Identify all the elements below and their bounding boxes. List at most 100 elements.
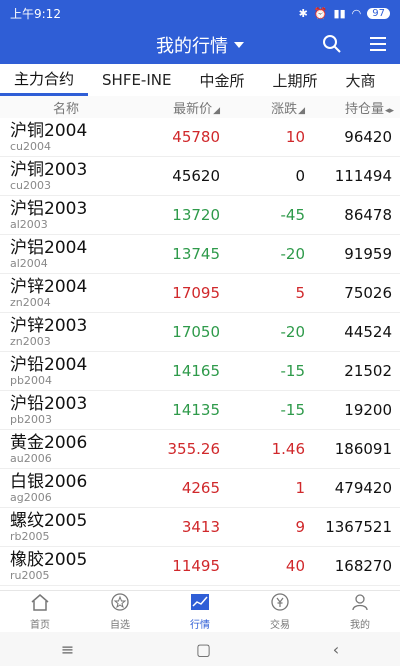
quote-row[interactable]: 沪铜2004 cu2004 45780 10 96420 <box>0 118 400 157</box>
contract-name-cell: 白银2006 ag2006 <box>0 472 120 504</box>
tab-dce[interactable]: 大商 <box>332 64 390 96</box>
user-icon <box>350 593 370 614</box>
contract-code: au2006 <box>10 452 52 465</box>
nav-label: 我的 <box>350 620 370 631</box>
col-price[interactable]: 最新价◢ <box>120 98 220 117</box>
contract-code: zn2003 <box>10 335 51 348</box>
price-change: -15 <box>280 362 306 380</box>
sort-icon: ◢ <box>298 105 305 116</box>
price-change: 1 <box>295 479 305 497</box>
contract-code: pb2004 <box>10 374 52 387</box>
col-change[interactable]: 涨跌◢ <box>220 98 305 117</box>
contract-name-cell: 沪铜2004 cu2004 <box>0 121 120 153</box>
open-interest: 86478 <box>344 206 392 224</box>
last-price: 13720 <box>172 206 220 224</box>
app-header: 我的行情 <box>0 26 400 64</box>
contract-name-cell: 沪铅2004 pb2004 <box>0 355 120 387</box>
price-change: 40 <box>285 557 305 575</box>
open-interest: 111494 <box>334 167 392 185</box>
contract-name: 沪铝2004 <box>10 238 88 258</box>
open-interest: 19200 <box>344 401 392 419</box>
quote-row[interactable]: 沪铜2003 cu2003 45620 0 111494 <box>0 157 400 196</box>
quote-list: 沪铜2004 cu2004 45780 10 96420 沪铜2003 cu2003 4562… <box>0 118 400 588</box>
quote-row[interactable]: 沪铅2003 pb2003 14135 -15 19200 <box>0 391 400 430</box>
open-interest: 44524 <box>344 323 392 341</box>
column-header: 名称 最新价◢ 涨跌◢ 持仓量◂▸ <box>0 96 400 118</box>
quote-row[interactable]: 螺纹2005 rb2005 3413 9 1367521 <box>0 508 400 547</box>
battery-icon: 97 <box>367 7 390 19</box>
contract-code: ag2006 <box>10 491 52 504</box>
wifi-icon: ◠ <box>351 6 362 20</box>
last-price: 355.26 <box>167 440 221 458</box>
price-change: 1.46 <box>271 440 305 458</box>
chevron-down-icon <box>234 42 244 48</box>
menu-icon[interactable] <box>368 34 388 58</box>
sort-icon: ◢ <box>213 105 220 116</box>
col-name: 名称 <box>52 101 79 117</box>
nav-label: 自选 <box>110 620 130 631</box>
contract-name-cell: 黄金2006 au2006 <box>0 433 120 465</box>
contract-name: 沪铝2003 <box>10 199 88 219</box>
tab-main-contracts[interactable]: 主力合约 <box>0 64 89 96</box>
quote-row[interactable]: 沪铝2004 al2004 13745 -20 91959 <box>0 235 400 274</box>
open-interest: 75026 <box>344 284 392 302</box>
contract-name-cell: 橡胶2005 ru2005 <box>0 550 120 582</box>
contract-name-cell: 沪锌2004 zn2004 <box>0 277 120 309</box>
page-title: 我的行情 <box>156 36 228 57</box>
quote-row[interactable]: 橡胶2005 ru2005 11495 40 168270 <box>0 547 400 586</box>
alarm-icon: ⏰ <box>313 6 328 20</box>
back-icon[interactable]: ‹ <box>333 640 339 659</box>
quote-row[interactable]: 沪锌2004 zn2004 17095 5 75026 <box>0 274 400 313</box>
nav-label: 首页 <box>30 620 50 631</box>
quote-row[interactable]: 沪铅2004 pb2004 14165 -15 21502 <box>0 352 400 391</box>
price-change: 10 <box>285 128 305 146</box>
nav-item-0[interactable]: 首页 <box>30 593 50 631</box>
tab-shfe[interactable]: 上期所 <box>258 64 331 96</box>
home-button-icon[interactable]: ▢ <box>196 640 211 659</box>
contract-name-cell: 沪铜2003 cu2003 <box>0 160 120 192</box>
nav-item-3[interactable]: 交易 <box>270 593 290 631</box>
contract-name: 沪铅2004 <box>10 355 88 375</box>
contract-name: 黄金2006 <box>10 433 88 453</box>
yen-icon <box>270 593 290 614</box>
quote-row[interactable]: 黄金2006 au2006 355.26 1.46 186091 <box>0 430 400 469</box>
nav-item-4[interactable]: 我的 <box>350 593 370 631</box>
signal-icon: ▮▮ <box>333 6 346 20</box>
last-price: 13745 <box>172 245 220 263</box>
price-change: 0 <box>295 167 305 185</box>
quote-row[interactable]: 白银2006 ag2006 4265 1 479420 <box>0 469 400 508</box>
nav-item-2[interactable]: 行情 <box>190 593 210 631</box>
status-icons: ✱ ⏰ ▮▮ ◠ 97 <box>299 7 390 20</box>
scroll-columns-icon: ◂▸ <box>384 105 394 116</box>
quote-row[interactable]: 沪锌2003 zn2003 17050 -20 44524 <box>0 313 400 352</box>
last-price: 14165 <box>172 362 220 380</box>
contract-name: 橡胶2005 <box>10 550 88 570</box>
last-price: 11495 <box>172 557 220 575</box>
open-interest: 91959 <box>344 245 392 263</box>
price-change: -20 <box>280 245 306 263</box>
contract-code: zn2004 <box>10 296 51 309</box>
contract-name: 沪铜2004 <box>10 121 88 141</box>
tab-shfe-ine[interactable]: SHFE-INE <box>88 64 185 96</box>
contract-name: 沪锌2004 <box>10 277 88 297</box>
contract-name: 沪铅2003 <box>10 394 88 414</box>
page-title-dropdown[interactable]: 我的行情 <box>156 32 244 58</box>
quote-row[interactable]: 沪铝2003 al2003 13720 -45 86478 <box>0 196 400 235</box>
nav-label: 交易 <box>270 620 290 631</box>
last-price: 17050 <box>172 323 220 341</box>
bluetooth-icon: ✱ <box>298 6 308 20</box>
contract-code: rb2005 <box>10 530 50 543</box>
search-icon[interactable] <box>322 34 342 58</box>
nav-item-1[interactable]: 自选 <box>110 593 130 631</box>
contract-name-cell: 螺纹2005 rb2005 <box>0 511 120 543</box>
contract-name: 白银2006 <box>10 472 88 492</box>
last-price: 3413 <box>181 518 220 536</box>
contract-name-cell: 沪锌2003 zn2003 <box>0 316 120 348</box>
col-open-interest[interactable]: 持仓量◂▸ <box>305 98 400 117</box>
recent-apps-icon[interactable]: ≡ <box>61 640 74 659</box>
bottom-nav: 首页 自选 行情 交易 我的 <box>0 590 400 633</box>
tab-cffex[interactable]: 中金所 <box>185 64 258 96</box>
contract-code: al2003 <box>10 218 48 231</box>
open-interest: 1367521 <box>325 518 392 536</box>
contract-code: pb2003 <box>10 413 52 426</box>
